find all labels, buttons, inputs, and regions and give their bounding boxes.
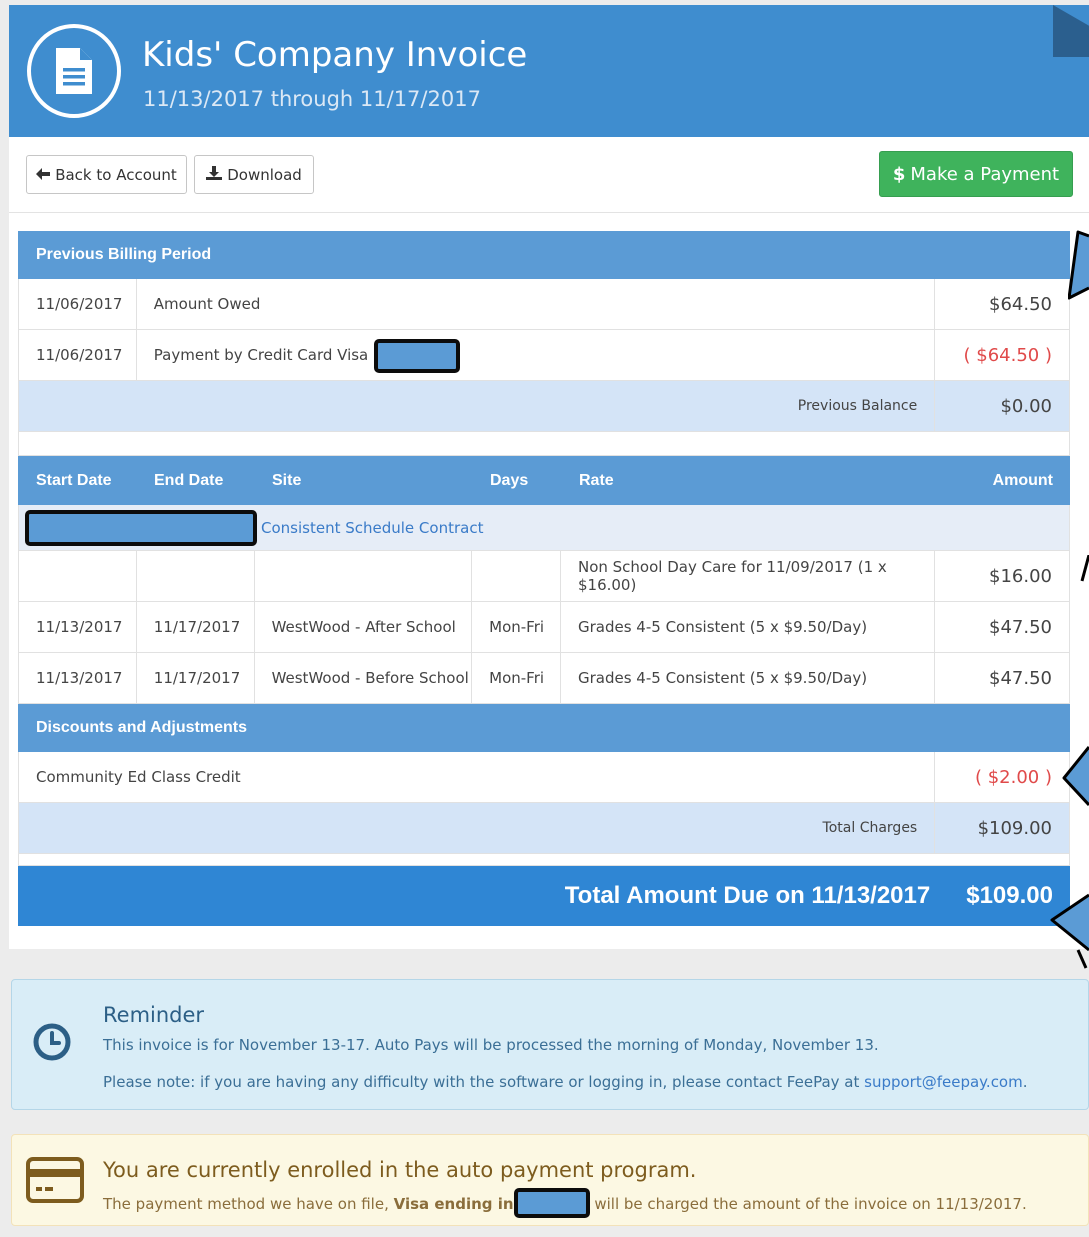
back-to-account-label: Back to Account [55,165,177,184]
previous-billing-heading-label: Previous Billing Period [36,246,212,263]
row-rate: Non School Day Care for 11/09/2017 (1 x … [561,551,936,601]
column-rate: Rate [579,471,614,489]
document-icon [27,24,121,118]
support-email-link[interactable]: support@feepay.com [864,1073,1023,1091]
reminder-alert: Reminder This invoice is for November 13… [11,979,1089,1110]
column-amount: Amount [992,471,1053,489]
annotation-arrow-icon [1062,746,1089,807]
spacer [18,432,1070,456]
download-icon [206,165,223,184]
table-row: 11/06/2017 Payment by Credit Card Visa (… [18,330,1070,381]
row-date: 11/06/2017 [19,279,137,329]
charges-header: Start Date End Date Site Days Rate Amoun… [18,456,1070,505]
annotation-arrow-icon [1050,893,1089,969]
toolbar: Back to Account Download $ Make a Paymen… [9,137,1089,213]
page-title: Kids' Company Invoice [142,35,528,75]
table-row: 11/13/2017 11/17/2017 WestWood - Before … [18,653,1070,704]
support-note-text: Please note: if you are having any diffi… [103,1073,865,1091]
row-rate: Grades 4-5 Consistent (5 x $9.50/Day) [561,653,936,703]
support-note: Please note: if you are having any diffi… [103,1073,1028,1091]
row-description: Payment by Credit Card Visa [137,330,936,380]
total-charges-label: Total Charges [19,803,936,853]
row-end-date: 11/17/2017 [137,653,255,703]
table-row: Non School Day Care for 11/09/2017 (1 x … [18,551,1070,602]
redacted-card-number [374,339,461,373]
row-amount: $64.50 [989,293,1052,315]
contract-cell: Consistent Schedule Contract [19,505,1069,550]
previous-balance-label: Previous Balance [19,381,936,431]
annotation-arrow-icon [1068,230,1089,300]
contract-link[interactable]: Consistent Schedule Contract [261,519,483,537]
reminder-title: Reminder [103,1003,205,1027]
autopay-text-prefix: The payment method we have on file, [103,1195,394,1213]
download-label: Download [227,165,302,184]
arrow-left-icon [36,166,51,184]
table-row: Community Ed Class Credit ( $2.00 ) [18,752,1070,803]
row-days: Mon-Fri [472,602,561,652]
row-amount: $47.50 [989,667,1052,689]
total-due-value: $109.00 [966,882,1053,909]
row-days [472,551,561,601]
total-amount-due-bar: Total Amount Due on 11/13/2017 $109.00 [18,866,1070,926]
contract-row: Consistent Schedule Contract [18,505,1070,551]
total-charges-row: Total Charges $109.00 [18,803,1070,854]
row-site [255,551,473,601]
row-rate: Grades 4-5 Consistent (5 x $9.50/Day) [561,602,936,652]
column-start-date: Start Date [36,471,112,489]
row-start-date: 11/13/2017 [19,602,137,652]
redacted-child-name [25,509,257,546]
autopay-title: You are currently enrolled in the auto p… [103,1158,697,1182]
make-payment-label: Make a Payment [910,163,1060,185]
discounts-heading: Discounts and Adjustments [18,704,1070,752]
invoice-header: Kids' Company Invoice 11/13/2017 through… [9,5,1089,137]
autopay-alert: You are currently enrolled in the auto p… [11,1134,1089,1226]
column-days: Days [490,471,529,489]
row-end-date: 11/17/2017 [137,602,255,652]
previous-balance-value: $0.00 [1000,395,1052,417]
row-amount: ( $64.50 ) [963,344,1052,366]
previous-balance-row: Previous Balance $0.00 [18,381,1070,432]
payment-description: Payment by Credit Card Visa [153,346,369,364]
row-start-date [19,551,137,601]
row-start-date: 11/13/2017 [19,653,137,703]
row-amount: $16.00 [989,565,1052,587]
discounts-heading-label: Discounts and Adjustments [36,719,247,736]
make-payment-button[interactable]: $ Make a Payment [879,151,1073,197]
row-end-date [137,551,255,601]
row-amount: $47.50 [989,616,1052,638]
total-due-label: Total Amount Due on 11/13/2017 [564,882,931,909]
discount-amount: ( $2.00 ) [974,766,1052,788]
clock-icon [32,1022,72,1067]
row-days: Mon-Fri [472,653,561,703]
row-date: 11/06/2017 [19,330,137,380]
support-note-suffix: . [1022,1073,1028,1091]
autopay-card-label: Visa ending in [393,1195,514,1213]
invoice-date-range: 11/13/2017 through 11/17/2017 [143,87,481,111]
previous-billing-heading: Previous Billing Period [18,231,1070,279]
download-button[interactable]: Download [194,155,314,194]
dollar-icon: $ [892,163,906,185]
autopay-text-suffix: will be charged the amount of the invoic… [589,1195,1027,1213]
column-end-date: End Date [154,471,224,489]
spacer [18,854,1070,866]
credit-card-icon [26,1157,84,1208]
back-to-account-button[interactable]: Back to Account [26,155,187,194]
autopay-text: The payment method we have on file, Visa… [103,1188,1027,1218]
page-fold-decoration [1053,5,1089,57]
annotation-arrow-icon [1080,555,1089,582]
discount-description: Community Ed Class Credit [19,752,936,802]
row-site: WestWood - Before School [255,653,473,703]
column-site: Site [272,471,302,489]
reminder-text: This invoice is for November 13-17. Auto… [103,1036,879,1054]
table-row: 11/06/2017 Amount Owed $64.50 [18,279,1070,330]
total-charges-value: $109.00 [977,817,1052,839]
row-site: WestWood - After School [255,602,473,652]
redacted-card-digits [513,1188,590,1218]
row-description: Amount Owed [137,279,936,329]
table-row: 11/13/2017 11/17/2017 WestWood - After S… [18,602,1070,653]
